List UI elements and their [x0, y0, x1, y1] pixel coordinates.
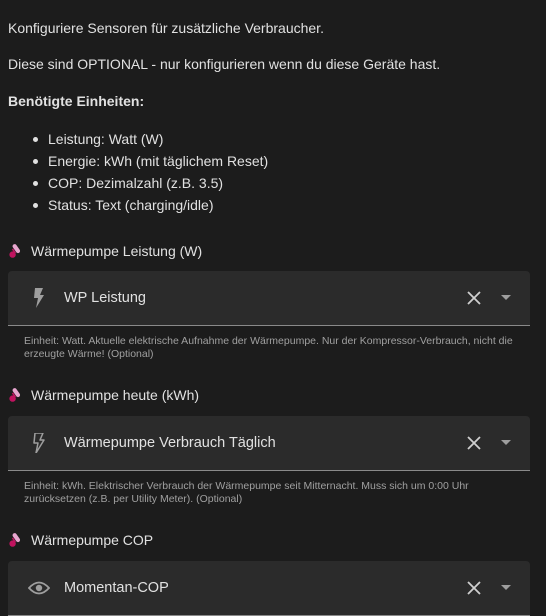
flash-icon: [28, 287, 50, 309]
entity-value: Momentan-COP: [64, 580, 169, 596]
units-heading: Benötigte Einheiten:: [8, 93, 145, 109]
intro-text: Konfiguriere Sensoren für zusätzliche Ve…: [8, 20, 324, 36]
field-helper-text: Einheit: Watt. Aktuelle elektrische Aufn…: [24, 335, 513, 360]
unit-item: COP: Dezimalzahl (z.B. 3.5): [30, 172, 268, 194]
thermometer-icon: [9, 533, 21, 547]
chevron-down-icon[interactable]: [496, 576, 516, 600]
entity-value: WP Leistung: [64, 290, 146, 306]
clear-icon[interactable]: [462, 576, 486, 600]
optional-notice: Diese sind OPTIONAL - nur konfigurieren …: [8, 56, 441, 72]
field-label-text: Wärmepumpe heute (kWh): [31, 387, 200, 403]
clear-icon[interactable]: [462, 431, 486, 455]
thermometer-icon: [9, 244, 21, 258]
units-list: Leistung: Watt (W) Energie: kWh (mit täg…: [30, 128, 268, 216]
entity-value: Wärmepumpe Verbrauch Täglich: [64, 435, 276, 451]
field-label-text: Wärmepumpe Leistung (W): [31, 243, 203, 259]
chevron-down-icon[interactable]: [496, 286, 516, 310]
entity-picker-heatpump-today[interactable]: Wärmepumpe Verbrauch Täglich: [8, 416, 530, 471]
unit-item: Status: Text (charging/idle): [30, 194, 268, 216]
field-label-text: Wärmepumpe COP: [31, 532, 154, 548]
field-label-heatpump-today: Wärmepumpe heute (kWh): [8, 385, 199, 405]
thermometer-icon: [9, 388, 21, 402]
clear-icon[interactable]: [462, 286, 486, 310]
entity-picker-heatpump-power[interactable]: WP Leistung: [8, 271, 530, 326]
field-label-heatpump-power: Wärmepumpe Leistung (W): [8, 241, 202, 261]
entity-picker-heatpump-cop[interactable]: Momentan-COP: [8, 561, 530, 616]
chevron-down-icon[interactable]: [496, 431, 516, 455]
unit-item: Energie: kWh (mit täglichem Reset): [30, 150, 268, 172]
field-label-heatpump-cop: Wärmepumpe COP: [8, 530, 153, 550]
eye-icon: [28, 577, 50, 599]
sensor-config-dialog: Konfiguriere Sensoren für zusätzliche Ve…: [0, 0, 546, 616]
flash-outline-icon: [28, 432, 50, 454]
field-helper-text: Einheit: kWh. Elektrischer Verbrauch der…: [24, 480, 469, 505]
unit-item: Leistung: Watt (W): [30, 128, 268, 150]
